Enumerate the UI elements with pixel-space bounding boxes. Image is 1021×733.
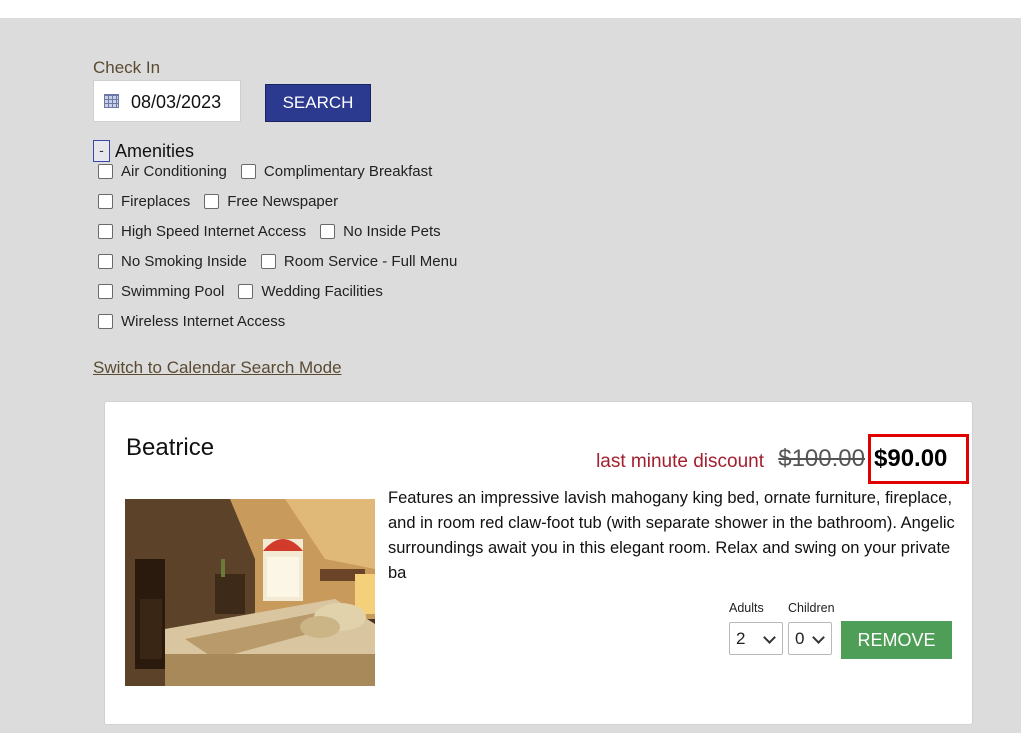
checkbox[interactable] (98, 253, 113, 269)
amenity-high-speed-internet[interactable]: High Speed Internet Access (98, 223, 306, 240)
amenity-complimentary-breakfast[interactable]: Complimentary Breakfast (240, 162, 433, 180)
amenity-label: Complimentary Breakfast (263, 162, 433, 180)
children-label: Children (788, 601, 835, 615)
adults-value: 2 (736, 629, 746, 648)
remove-button[interactable]: REMOVE (841, 621, 952, 659)
checkbox[interactable] (98, 283, 113, 299)
amenity-label: Fireplaces (121, 192, 191, 210)
amenity-label: No Smoking Inside (121, 252, 247, 270)
amenity-label: Free Newspaper (227, 192, 339, 210)
search-button[interactable]: SEARCH (265, 84, 371, 122)
amenity-fireplaces[interactable]: Fireplaces (98, 193, 190, 210)
amenity-label: Air Conditioning (121, 162, 227, 180)
checkbox[interactable] (238, 283, 254, 299)
checkin-date-input[interactable]: 08/03/2023 (93, 80, 241, 122)
chevron-down-icon (763, 631, 776, 644)
amenity-wedding-facilities[interactable]: Wedding Facilities (238, 282, 383, 300)
amenity-swimming-pool[interactable]: Swimming Pool (98, 283, 224, 300)
checkbox[interactable] (98, 193, 113, 209)
amenity-row: Swimming Pool Wedding Facilities (98, 280, 397, 302)
checkbox[interactable] (320, 223, 336, 239)
amenity-label: High Speed Internet Access (121, 222, 307, 240)
calendar-icon[interactable] (104, 94, 119, 108)
amenity-label: Swimming Pool (121, 282, 225, 300)
amenity-row: Fireplaces Free Newspaper (98, 190, 352, 212)
amenity-row: Air Conditioning Complimentary Breakfast (98, 160, 446, 182)
children-select[interactable]: 0 (788, 622, 832, 655)
amenity-row: Wireless Internet Access (98, 310, 299, 332)
amenity-free-newspaper[interactable]: Free Newspaper (204, 193, 338, 210)
amenity-label: Wedding Facilities (261, 282, 383, 300)
amenity-row: High Speed Internet Access No Inside Pet… (98, 220, 455, 242)
amenities-title: Amenities (115, 141, 195, 161)
amenity-no-inside-pets[interactable]: No Inside Pets (320, 223, 441, 240)
checkbox[interactable] (98, 223, 113, 239)
amenity-row: No Smoking Inside Room Service - Full Me… (98, 250, 471, 272)
amenity-label: Wireless Internet Access (121, 312, 286, 330)
room-photo (125, 499, 375, 686)
amenities-toggle-button[interactable]: - (93, 140, 110, 162)
checkbox[interactable] (98, 163, 113, 179)
checkbox[interactable] (98, 313, 113, 329)
switch-calendar-mode-link[interactable]: Switch to Calendar Search Mode (93, 358, 342, 378)
amenity-label: No Inside Pets (343, 222, 441, 240)
amenity-air-conditioning[interactable]: Air Conditioning (98, 163, 227, 180)
checkbox[interactable] (204, 193, 220, 209)
amenity-wireless-internet[interactable]: Wireless Internet Access (98, 313, 285, 330)
amenity-no-smoking-inside[interactable]: No Smoking Inside (98, 253, 247, 270)
price-highlight: $90.00 (868, 434, 969, 484)
room-price: $90.00 (874, 445, 948, 472)
room-name: Beatrice (126, 434, 215, 461)
checkin-label: Check In (93, 58, 161, 77)
chevron-down-icon (812, 631, 825, 644)
children-value: 0 (795, 629, 805, 648)
checkbox[interactable] (240, 163, 256, 179)
original-price: $100.00 (778, 445, 865, 472)
checkin-date-value: 08/03/2023 (131, 92, 222, 112)
checkbox[interactable] (260, 253, 276, 269)
adults-label: Adults (729, 601, 764, 615)
discount-label: last minute discount (596, 451, 764, 472)
amenity-label: Room Service - Full Menu (283, 252, 458, 270)
room-card: Beatrice last minute discount $100.00 $9… (104, 401, 973, 725)
room-description: Features an impressive lavish mahogany k… (388, 489, 955, 582)
amenity-room-service[interactable]: Room Service - Full Menu (260, 252, 458, 270)
adults-select[interactable]: 2 (729, 622, 783, 655)
